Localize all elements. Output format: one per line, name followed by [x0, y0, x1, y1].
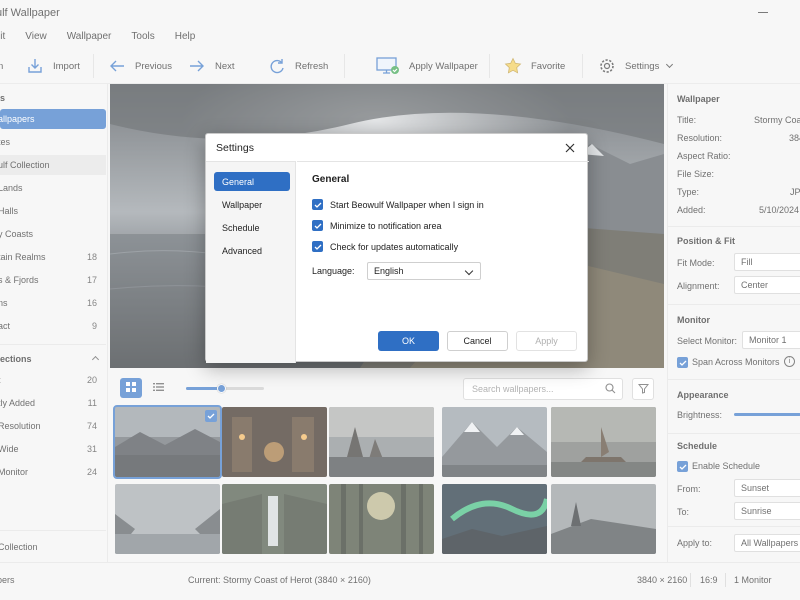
chevron-down-icon	[464, 266, 474, 276]
language-select[interactable]: English	[367, 262, 481, 280]
close-icon[interactable]	[563, 141, 577, 155]
ok-button[interactable]: OK	[378, 331, 439, 351]
checkbox-checked-icon[interactable]	[312, 220, 323, 231]
option-start-on-signin[interactable]: Start Beowulf Wallpaper when I sign in	[312, 199, 484, 210]
dialog-tab-advanced[interactable]: Advanced	[214, 241, 290, 260]
cancel-button[interactable]: Cancel	[447, 331, 508, 351]
language-label: Language:	[312, 266, 355, 276]
checkbox-checked-icon[interactable]	[312, 241, 323, 252]
dialog-title: Settings	[216, 142, 254, 154]
dialog-nav: General Wallpaper Schedule Advanced	[206, 161, 296, 363]
settings-dialog: Settings General Wallpaper Schedule Adva…	[205, 133, 589, 363]
dialog-tab-wallpaper[interactable]: Wallpaper	[214, 195, 290, 214]
checkbox-checked-icon[interactable]	[312, 199, 323, 210]
general-heading: General	[312, 174, 350, 185]
option-minimize-to-tray[interactable]: Minimize to notification area	[312, 220, 442, 231]
dialog-tab-general[interactable]: General	[214, 172, 290, 191]
option-check-updates[interactable]: Check for updates automatically	[312, 241, 458, 252]
apply-button[interactable]: Apply	[516, 331, 577, 351]
dialog-tab-schedule[interactable]: Schedule	[214, 218, 290, 237]
